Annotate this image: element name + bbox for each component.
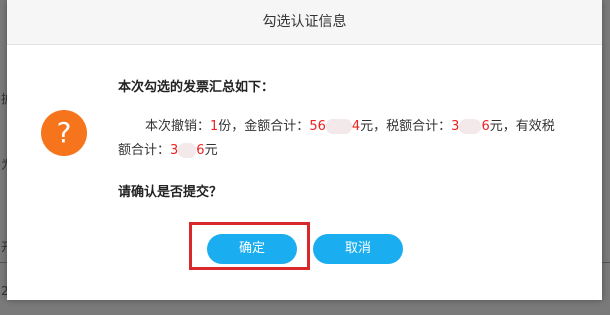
- tax-value-end: 6: [481, 119, 490, 134]
- cancel-label: 本次撤销：: [145, 119, 211, 134]
- redaction-mask: [178, 143, 197, 158]
- summary-line: 本次撤销：1份，金额合计：56 4元，税额合计：3 6元，有效税: [118, 115, 588, 139]
- tax-value-start: 3: [451, 119, 460, 134]
- valid-tax-unit: 元: [204, 143, 218, 158]
- cancel-button[interactable]: 取消: [313, 234, 403, 264]
- redaction-mask: [325, 119, 352, 134]
- background-divider: [602, 262, 610, 263]
- valid-tax-label-end: 额合计：: [118, 143, 171, 158]
- summary-heading: 本次勾选的发票汇总如下：: [118, 80, 275, 95]
- invoice-summary: 本次撤销：1份，金额合计：56 4元，税额合计：3 6元，有效税 额合计：3 6元: [118, 115, 588, 163]
- background-divider: [0, 262, 7, 263]
- dialog-title: 勾选认证信息: [262, 14, 347, 30]
- confirm-button[interactable]: 确定: [207, 234, 297, 264]
- valid-tax-value-start: 3: [170, 143, 179, 158]
- amount-label: 份，金额合计：: [218, 119, 310, 134]
- tax-label: 元，税额合计：: [360, 119, 452, 134]
- redaction-mask: [459, 119, 482, 134]
- confirm-dialog: 勾选认证信息 ? 本次勾选的发票汇总如下： 本次撤销：1份，金额合计：56 4元，…: [7, 0, 602, 300]
- amount-value-start: 56: [309, 119, 326, 134]
- summary-line: 额合计：3 6元: [118, 139, 588, 163]
- amount-value-end: 4: [351, 119, 361, 134]
- confirm-question: 请确认是否提交？: [118, 185, 223, 200]
- valid-tax-label-start: 元，有效税: [489, 119, 555, 134]
- question-icon: ?: [41, 110, 87, 156]
- valid-tax-value-end: 6: [196, 143, 205, 158]
